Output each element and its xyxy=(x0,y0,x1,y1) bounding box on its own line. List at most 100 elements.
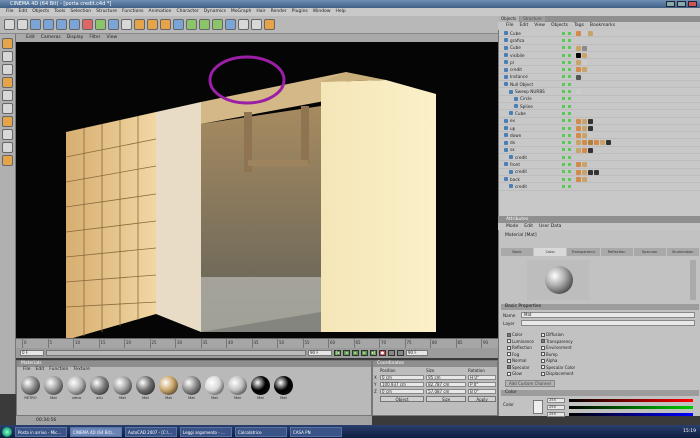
channel-environment-checkbox[interactable]: Environment xyxy=(541,345,572,350)
object-row[interactable]: Cube xyxy=(499,30,700,38)
texture-tag-icon[interactable] xyxy=(582,162,587,168)
texture-tag-icon[interactable] xyxy=(588,140,593,146)
visibility-render-icon[interactable] xyxy=(568,133,571,137)
texture-tag-icon[interactable] xyxy=(588,169,593,175)
tab-basic[interactable]: Basic xyxy=(501,248,534,256)
next-frame-icon[interactable]: ▸ xyxy=(361,350,368,356)
menu-selection[interactable]: Selection xyxy=(70,8,91,16)
object-row[interactable]: up xyxy=(499,125,700,133)
channel-displacement-checkbox[interactable]: Displacement xyxy=(541,371,574,376)
texture-tag-icon[interactable] xyxy=(582,118,587,124)
texture-tag-icon[interactable] xyxy=(582,147,587,153)
3d-viewport[interactable] xyxy=(16,42,498,338)
position-z-field[interactable]: 0 cm xyxy=(380,389,425,394)
object-row[interactable]: Null Object xyxy=(499,81,700,89)
visibility-editor-icon[interactable] xyxy=(562,31,565,35)
visibility-editor-icon[interactable] xyxy=(562,46,565,50)
visibility-editor-icon[interactable] xyxy=(562,148,565,152)
material-item[interactable]: vetro xyxy=(67,376,86,400)
object-menu-file[interactable]: File xyxy=(506,22,514,30)
attributes-menu-user-data[interactable]: User Data xyxy=(539,223,561,230)
edge-tool-icon[interactable] xyxy=(2,103,13,114)
object-row[interactable]: ex xyxy=(499,118,700,125)
texture-tag-icon[interactable] xyxy=(582,133,587,139)
render-picture-icon[interactable] xyxy=(147,19,158,30)
live-select-icon[interactable] xyxy=(30,19,41,30)
render-settings-icon[interactable] xyxy=(160,19,171,30)
channel-glow-checkbox[interactable]: Glow xyxy=(507,371,522,376)
record-icon[interactable]: ● xyxy=(379,350,386,356)
minimize-icon[interactable] xyxy=(666,1,675,7)
blue-field[interactable]: 255 xyxy=(547,412,565,417)
visibility-render-icon[interactable] xyxy=(568,119,571,123)
visibility-render-icon[interactable] xyxy=(568,75,571,79)
tab-transparency[interactable]: Transparency xyxy=(567,248,600,256)
channel-specular-checkbox[interactable]: Specular xyxy=(507,365,529,370)
object-row[interactable]: pl xyxy=(499,59,700,67)
texture-tag-icon[interactable] xyxy=(582,67,587,73)
visibility-editor-icon[interactable] xyxy=(562,82,565,86)
object-menu-view[interactable]: View xyxy=(534,22,545,30)
visibility-editor-icon[interactable] xyxy=(562,155,565,159)
materials-menu-file[interactable]: File xyxy=(23,367,31,373)
menu-functions[interactable]: Functions xyxy=(122,8,144,16)
texture-tag-icon[interactable] xyxy=(582,52,587,58)
start-button-icon[interactable] xyxy=(2,426,12,437)
texture-tag-icon[interactable] xyxy=(582,140,587,146)
scene-icon[interactable] xyxy=(238,19,249,30)
taskbar-item[interactable]: CINEMA 4D (64 Bit)... xyxy=(70,426,122,437)
visibility-editor-icon[interactable] xyxy=(562,38,565,42)
texture-tag-icon[interactable] xyxy=(576,60,581,66)
menu-file[interactable]: File xyxy=(6,8,14,16)
rotation-h-field[interactable]: H 0° xyxy=(468,375,496,380)
visibility-editor-icon[interactable] xyxy=(562,90,565,94)
channel-bump-checkbox[interactable]: Bump xyxy=(541,352,558,357)
attributes-menu-mode[interactable]: Mode xyxy=(506,223,518,230)
world-icon[interactable] xyxy=(121,19,132,30)
model-tool-icon[interactable] xyxy=(2,38,13,49)
channel-normal-checkbox[interactable]: Normal xyxy=(507,358,526,363)
timeline-ruler[interactable]: 0 5 10 15 20 25 30 35 40 45 50 55 60 65 70 75 80 85 90 xyxy=(16,338,498,349)
color-swatch[interactable] xyxy=(533,400,543,414)
material-item[interactable]: Mat xyxy=(228,376,247,400)
axis-x-icon[interactable] xyxy=(82,19,93,30)
texture-tag-icon[interactable] xyxy=(576,176,581,182)
menu-structure[interactable]: Structure xyxy=(96,8,117,16)
layer-field[interactable] xyxy=(521,320,695,326)
channel-transparency-checkbox[interactable]: Transparency xyxy=(541,339,573,344)
object-row[interactable]: credit xyxy=(499,154,700,162)
visibility-editor-icon[interactable] xyxy=(562,53,565,57)
name-field[interactable]: Mat xyxy=(521,312,695,318)
visibility-editor-icon[interactable] xyxy=(562,126,565,130)
texture-tag-icon[interactable] xyxy=(582,176,587,182)
object-row[interactable]: Circle xyxy=(499,96,700,103)
visibility-editor-icon[interactable] xyxy=(562,177,565,181)
object-menu-tags[interactable]: Tags xyxy=(574,22,584,30)
texture-tag-icon[interactable] xyxy=(588,147,593,153)
visibility-render-icon[interactable] xyxy=(568,177,571,181)
visibility-render-icon[interactable] xyxy=(568,184,571,188)
material-item[interactable]: Mat xyxy=(205,376,224,400)
size-mode-select[interactable]: Size xyxy=(426,395,467,402)
visibility-render-icon[interactable] xyxy=(568,53,571,57)
object-row[interactable]: credit xyxy=(499,183,700,191)
taskbar-item[interactable]: Calcolatrice xyxy=(235,426,287,437)
menu-animation[interactable]: Animation xyxy=(149,8,172,16)
material-item[interactable]: allu xyxy=(90,376,109,400)
visibility-render-icon[interactable] xyxy=(568,162,571,166)
taskbar-item[interactable]: CASA PN xyxy=(290,426,342,437)
rotate-icon[interactable] xyxy=(69,19,80,30)
tweak-tool-icon[interactable] xyxy=(2,129,13,140)
visibility-editor-icon[interactable] xyxy=(562,133,565,137)
object-row[interactable]: front xyxy=(499,161,700,169)
materials-menu-texture[interactable]: Texture xyxy=(73,367,89,373)
snap-icon[interactable] xyxy=(2,142,13,153)
object-row[interactable]: sx xyxy=(499,147,700,155)
size-x-field[interactable]: 95 cm xyxy=(426,375,467,380)
menu-plugins[interactable]: Plugins xyxy=(292,8,308,16)
nurbs-icon[interactable] xyxy=(199,19,210,30)
menu-window[interactable]: Window xyxy=(313,8,331,16)
texture-tag-icon[interactable] xyxy=(588,118,593,124)
size-y-field[interactable]: 82.787 cm xyxy=(426,382,467,387)
tab-specular[interactable]: Specular xyxy=(633,248,666,256)
